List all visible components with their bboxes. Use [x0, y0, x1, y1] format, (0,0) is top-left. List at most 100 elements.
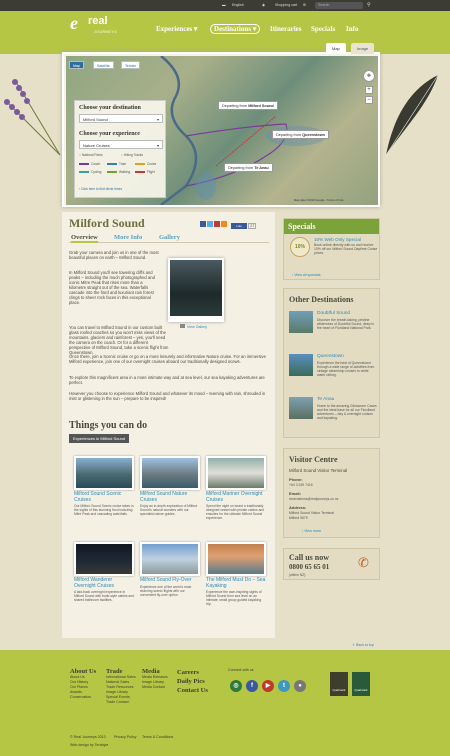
address-line1: Milford Sound Visitor Terminal — [289, 511, 334, 515]
back-to-top-link[interactable]: ⇧ Back to top — [352, 643, 374, 647]
nav-itineraries[interactable]: Itineraries — [270, 25, 302, 33]
connect-heading: Connect with us — [228, 668, 254, 672]
destination-select[interactable]: Milford Sound ▾ — [79, 114, 163, 123]
search-icon[interactable]: ⚲ — [367, 2, 371, 8]
callout-queenstown[interactable]: Departing from Queenstown — [272, 130, 329, 139]
logo[interactable]: e real JOURNEYS — [70, 13, 128, 41]
card-image — [74, 542, 134, 576]
footer-link[interactable]: Media Contact — [142, 685, 168, 690]
footer-media-heading[interactable]: Media — [142, 668, 168, 675]
coach-line-swatch — [79, 163, 89, 165]
facebook-share-icon[interactable] — [200, 221, 206, 227]
legend-flight: Flight — [135, 170, 155, 174]
nav-destinations[interactable]: Destinations ▾ — [210, 24, 261, 34]
experience-heading: Choose your experience — [79, 131, 140, 137]
email-share-icon[interactable] — [214, 221, 220, 227]
like-button[interactable]: Like — [231, 223, 248, 229]
footer-col-misc: Careers Daily Pics Contact Us — [177, 668, 208, 695]
specials-heading: Specials — [284, 219, 379, 234]
card-wanderer-overnight[interactable]: Milford Wanderer Overnight Cruises A lai… — [74, 542, 134, 604]
tab-more-info[interactable]: More Info — [114, 234, 142, 241]
card-mariner-overnight[interactable]: Milford Mariner Overnight Cruises Spend … — [206, 456, 266, 520]
plus-share-icon[interactable] — [221, 221, 227, 227]
phone-value[interactable]: +64 3 249 7416 — [289, 483, 313, 487]
legend-train: Train — [107, 162, 126, 166]
call-us-heading: Call us now — [289, 553, 330, 562]
view-more-link[interactable]: › View more — [302, 529, 321, 533]
footer-contact[interactable]: Contact Us — [177, 686, 208, 695]
pan-control[interactable]: ✥ — [363, 70, 375, 82]
national-parks-checkbox[interactable]: ○ National Parks — [79, 153, 103, 157]
twitter-icon[interactable]: t — [278, 680, 290, 692]
callout-te-anau[interactable]: Departing from Te Anau — [224, 163, 273, 172]
nav-info[interactable]: Info — [346, 25, 358, 33]
footer-daily-pics[interactable]: Daily Pics — [177, 677, 208, 686]
gallery-photo-frame[interactable] — [168, 258, 224, 322]
address-label: Address: — [289, 505, 307, 510]
queenstown-link[interactable]: Queenstown — [317, 354, 344, 359]
privacy-link[interactable]: Privacy Policy — [114, 735, 136, 740]
language-select[interactable]: English — [232, 3, 244, 7]
email-label: Email: — [289, 491, 302, 496]
feather-illustration — [385, 74, 439, 156]
page-title: Milford Sound — [69, 216, 145, 230]
experiences-chip[interactable]: Experiences in Milford Sound — [69, 434, 130, 443]
map-canvas[interactable]: Map Satellite Terrain Choose your destin… — [66, 56, 378, 205]
te-anau-link[interactable]: Te Anau — [317, 397, 334, 402]
flickr-icon[interactable]: ● — [294, 680, 306, 692]
footer-trade-heading[interactable]: Trade — [106, 668, 136, 675]
footer: About Us About Us Our History Our Places… — [0, 650, 450, 756]
card-fly-over[interactable]: Milford Sound Fly-Over Experience one of… — [140, 542, 200, 604]
tab-map[interactable]: Map — [326, 43, 346, 54]
special-title[interactable]: 10% Web Only Special — [314, 237, 361, 242]
footer-col-about: About Us About Us Our History Our Places… — [70, 668, 96, 700]
doubtful-sound-link[interactable]: Doubtful Sound — [317, 311, 350, 316]
card-nature-cruise[interactable]: Milford Sound Nature Cruises Enjoy an in… — [140, 456, 200, 518]
youtube-icon[interactable]: ▶ — [262, 680, 274, 692]
maptype-satellite[interactable]: Satellite — [93, 61, 114, 69]
tripadvisor-icon[interactable]: ◎ — [230, 680, 242, 692]
map-credit: Map data ©2013 Google · Terms of Use — [294, 198, 344, 202]
hiking-tracks-checkbox[interactable]: ○ Hiking Tracks — [121, 153, 143, 157]
user-icon[interactable]: ◉ — [262, 3, 265, 7]
chevron-down-icon: ▾ — [156, 117, 159, 122]
footer-link[interactable]: Conservation — [70, 695, 96, 700]
tab-gallery[interactable]: Gallery — [159, 234, 180, 241]
callout-milford-sound[interactable]: Departing from Milford Sound — [218, 101, 278, 110]
footer-about-heading[interactable]: About Us — [70, 668, 96, 675]
te-anau-thumb[interactable] — [289, 397, 313, 419]
queenstown-desc: Experience the best of Queenstown throug… — [317, 361, 375, 377]
footer-link[interactable]: Trade Contact — [106, 700, 136, 705]
terms-link[interactable]: Terms & Conditions — [142, 735, 173, 740]
facebook-icon[interactable]: f — [246, 680, 258, 692]
tab-image[interactable]: Image — [351, 43, 375, 54]
call-number[interactable]: 0800 65 65 01 — [289, 563, 329, 571]
twitter-share-icon[interactable] — [207, 221, 213, 227]
cart-link[interactable]: Shopping cart — [275, 3, 297, 7]
doubtful-sound-thumb[interactable] — [289, 311, 313, 333]
nav-experiences[interactable]: Experiences ▾ — [156, 25, 197, 33]
footer-careers[interactable]: Careers — [177, 668, 208, 677]
driver-times-link[interactable]: › Click here to find driver times — [79, 187, 122, 191]
nav-specials[interactable]: Specials — [311, 25, 335, 33]
email-value[interactable]: reservations@realjourneys.co.nz — [289, 497, 338, 501]
legend-coach: Coach — [79, 162, 100, 166]
card-sea-kayaking[interactable]: The Milford Must Do – Sea Kayaking Exper… — [206, 542, 266, 606]
search-input[interactable]: Search — [315, 2, 363, 9]
chevron-down-icon: ▾ — [156, 143, 159, 148]
queenstown-thumb[interactable] — [289, 354, 313, 376]
tab-overview[interactable]: Overview — [71, 234, 98, 243]
maptype-terrain[interactable]: Terrain — [121, 61, 140, 69]
zoom-in-button[interactable]: + — [365, 86, 373, 94]
experience-select[interactable]: Nature Cruises ▾ — [79, 140, 163, 149]
card-image — [74, 456, 134, 490]
cart-icon[interactable]: ⊞ — [303, 3, 306, 7]
view-gallery-link[interactable]: View Gallery — [180, 324, 207, 329]
other-destinations-box: Other Destinations Doubtful Sound Discov… — [283, 288, 380, 438]
view-specials-link[interactable]: › View all specials — [292, 273, 321, 277]
design-credit[interactable]: Web design by Terabyte — [70, 743, 108, 748]
card-scenic-cruise[interactable]: Milford Sound Scenic Cruises Our Milford… — [74, 456, 134, 518]
maptype-map[interactable]: Map — [69, 61, 84, 69]
phone-label: Phone: — [289, 477, 303, 482]
zoom-out-button[interactable]: − — [365, 96, 373, 104]
